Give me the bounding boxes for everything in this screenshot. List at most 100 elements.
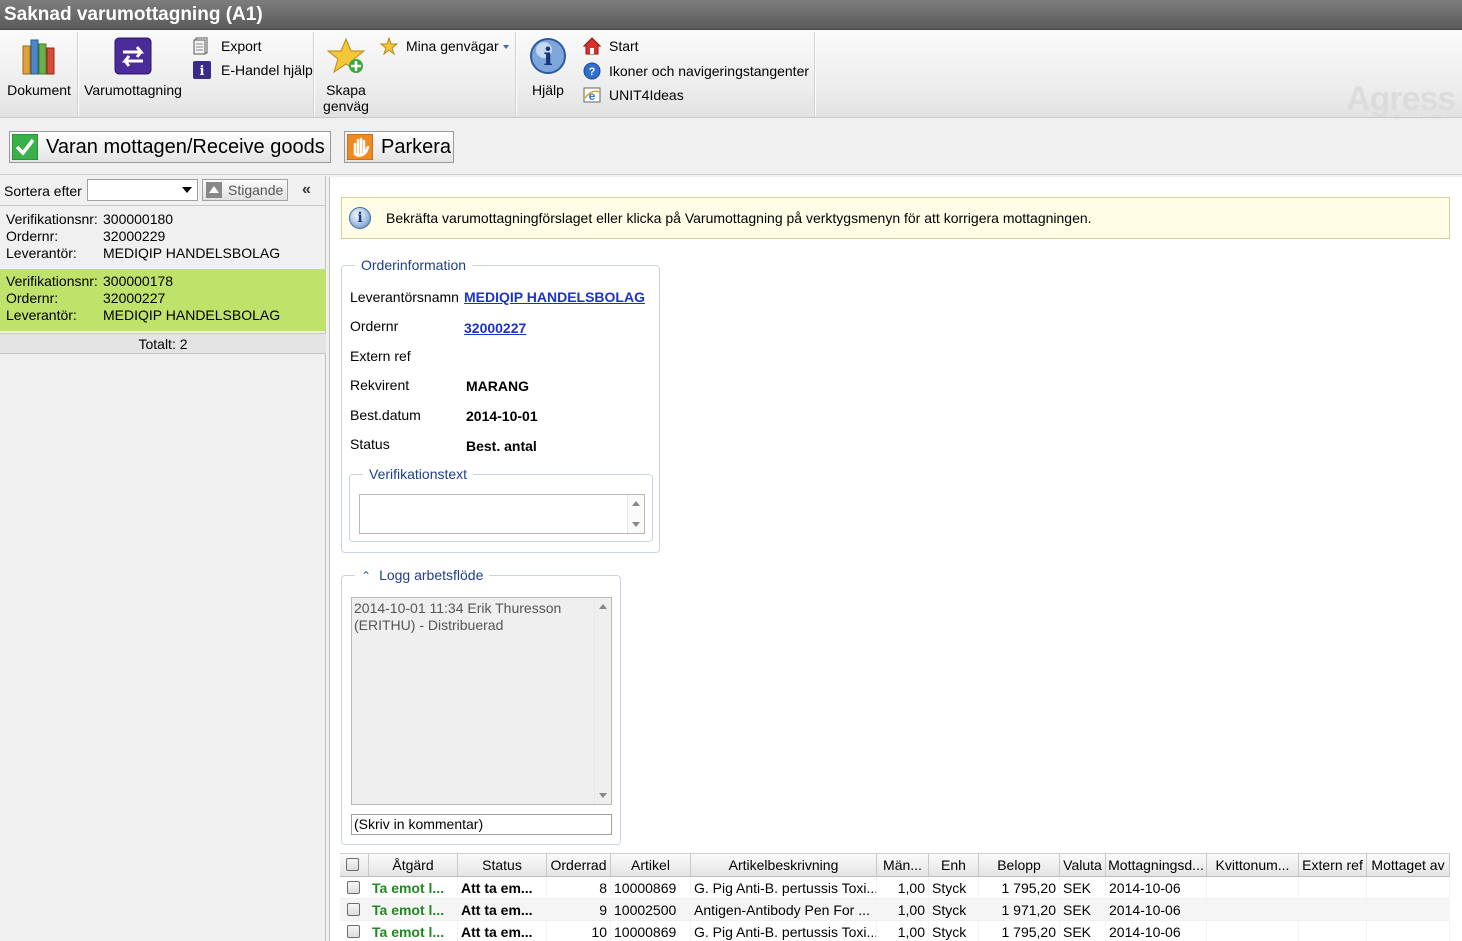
export-button[interactable]: Export: [193, 36, 261, 56]
verif-value: 300000180: [103, 211, 174, 227]
action-cell[interactable]: Ta emot l...: [369, 899, 458, 921]
sort-bar: Sortera efter Stigande «: [0, 176, 326, 206]
scroll-down-icon[interactable]: [599, 793, 607, 798]
log-scrollbar[interactable]: [594, 598, 611, 804]
my-shortcuts-label: Mina genvägar: [406, 38, 499, 54]
table-row[interactable]: Ta emot l... Att ta em... 8 10000869 G. …: [340, 877, 1450, 899]
unit-cell: Styck: [929, 921, 979, 941]
question-icon: ?: [583, 62, 601, 80]
create-shortcut-button[interactable]: Skapa genväg: [318, 36, 374, 114]
park-label: Parkera: [381, 136, 452, 158]
total-count: Totalt: 2: [0, 333, 326, 354]
help-button[interactable]: i Hjälp: [525, 36, 571, 98]
checkmark-icon: [11, 133, 39, 161]
description-cell: Antigen-Antibody Pen For ...: [691, 899, 877, 921]
ehandel-help-button[interactable]: i E-Handel hjälp: [193, 60, 313, 80]
supplier-name-label: Leverantörsnamn: [350, 289, 459, 305]
verification-text-group: Verifikationstext: [349, 465, 653, 542]
order-number-label: Ordernr: [350, 318, 399, 334]
order-date-label: Best.datum: [350, 407, 421, 423]
unit4ideas-link[interactable]: e UNIT4Ideas: [583, 85, 684, 105]
column-header[interactable]: Orderrad: [547, 854, 611, 877]
workflow-log-legend[interactable]: ⌃ Logg arbetsflöde: [355, 566, 490, 585]
article-cell: 10000869: [611, 877, 691, 899]
unit-cell: Styck: [929, 899, 979, 921]
select-all-cell: [340, 854, 369, 877]
column-header[interactable]: Mottagningsd...: [1106, 854, 1207, 877]
unit4ideas-label: UNIT4Ideas: [609, 87, 684, 103]
textarea-scrollbar[interactable]: [627, 495, 644, 533]
external-ref-cell: [1299, 899, 1367, 921]
dokument-button[interactable]: Dokument: [4, 36, 74, 98]
table-row[interactable]: Ta emot l... Att ta em... 10 10000869 G.…: [340, 921, 1450, 941]
export-label: Export: [221, 38, 262, 54]
varumottagning-button[interactable]: Varumottagning: [82, 36, 184, 98]
info-icon: i: [193, 61, 211, 79]
sort-label: Sortera efter: [4, 183, 82, 199]
list-item-selected[interactable]: Verifikationsnr: 300000178 Ordernr: 320002…: [0, 269, 326, 331]
status-cell: Att ta em...: [458, 899, 547, 921]
column-header[interactable]: Status: [458, 854, 547, 877]
browser-icon: e: [583, 86, 601, 104]
column-header[interactable]: Extern ref: [1299, 854, 1367, 877]
receipt-number-cell: [1207, 921, 1299, 941]
column-header[interactable]: Enh: [929, 854, 979, 877]
supplier-label: Leverantör:: [6, 307, 77, 323]
supplier-label: Leverantör:: [6, 245, 77, 261]
verification-text-input[interactable]: [359, 494, 645, 534]
column-header[interactable]: Belopp: [979, 854, 1060, 877]
help-label: Hjälp: [532, 82, 564, 98]
varumottagning-label: Varumottagning: [84, 82, 182, 98]
order-number-link[interactable]: 32000227: [464, 318, 526, 338]
list-item[interactable]: Verifikationsnr: 300000180 Ordernr: 320002…: [0, 207, 326, 269]
description-cell: G. Pig Anti-B. pertussis Toxi...: [691, 921, 877, 941]
workflow-log-text: 2014-10-01 11:34 Erik Thuresson (ERITHU)…: [351, 597, 612, 805]
ascending-toggle[interactable]: Stigande: [202, 179, 288, 201]
scroll-up-icon[interactable]: [599, 604, 607, 609]
app-window: Saknad varumottagning (A1) Dokument Varu…: [0, 0, 1462, 941]
park-button[interactable]: Parkera: [344, 131, 454, 163]
amount-cell: 1 795,20: [979, 921, 1060, 941]
collapse-up-icon[interactable]: ⌃: [361, 569, 371, 583]
window-title: Saknad varumottagning (A1): [0, 0, 1462, 30]
supplier-name-link[interactable]: MEDIQIP HANDELSBOLAG: [464, 287, 645, 307]
action-cell[interactable]: Ta emot l...: [369, 877, 458, 899]
row-checkbox[interactable]: [347, 881, 360, 894]
scroll-down-icon[interactable]: [632, 522, 640, 527]
icons-navigation-label: Ikoner och navigeringstangenter: [609, 63, 810, 79]
column-header[interactable]: Män...: [877, 854, 929, 877]
description-cell: G. Pig Anti-B. pertussis Toxi...: [691, 877, 877, 899]
order-row-cell: 8: [547, 877, 611, 899]
start-link[interactable]: Start: [582, 36, 639, 56]
action-cell[interactable]: Ta emot l...: [369, 921, 458, 941]
quantity-cell: 1,00: [877, 921, 929, 941]
verification-text-legend: Verifikationstext: [363, 465, 474, 483]
scroll-up-icon[interactable]: [632, 501, 640, 506]
column-header[interactable]: Kvittonum...: [1207, 854, 1299, 877]
document-icon: [193, 37, 211, 55]
column-header[interactable]: Artikelbeskrivning: [691, 854, 877, 877]
verif-label: Verifikationsnr:: [6, 273, 98, 289]
icons-navigation-link[interactable]: ? Ikoner och navigeringstangenter: [583, 61, 809, 81]
select-all-checkbox[interactable]: [346, 858, 359, 871]
column-header[interactable]: Valuta: [1060, 854, 1106, 877]
receive-goods-button[interactable]: Varan mottagen/Receive goods: [9, 131, 331, 163]
status-label: Status: [350, 436, 390, 452]
comment-input[interactable]: (Skriv in kommentar): [351, 814, 612, 835]
table-row[interactable]: Ta emot l... Att ta em... 9 10002500 Ant…: [340, 899, 1450, 921]
info-icon: i: [349, 207, 371, 229]
column-header[interactable]: Åtgärd: [369, 854, 458, 877]
receive-goods-label: Varan mottagen/Receive goods: [46, 136, 325, 158]
order-row-cell: 9: [547, 899, 611, 921]
row-checkbox[interactable]: [347, 925, 360, 938]
my-shortcuts-dropdown[interactable]: Mina genvägar: [379, 36, 509, 56]
quantity-cell: 1,00: [877, 877, 929, 899]
receive-date-cell: 2014-10-06: [1106, 877, 1207, 899]
sort-select[interactable]: [87, 179, 198, 201]
column-header[interactable]: Artikel: [611, 854, 691, 877]
row-checkbox[interactable]: [347, 903, 360, 916]
supplier-value: MEDIQIP HANDELSBOLAG: [103, 307, 281, 323]
collapse-panel-icon[interactable]: «: [302, 181, 311, 199]
column-header[interactable]: Mottaget av: [1367, 854, 1450, 877]
order-row-cell: 10: [547, 921, 611, 941]
